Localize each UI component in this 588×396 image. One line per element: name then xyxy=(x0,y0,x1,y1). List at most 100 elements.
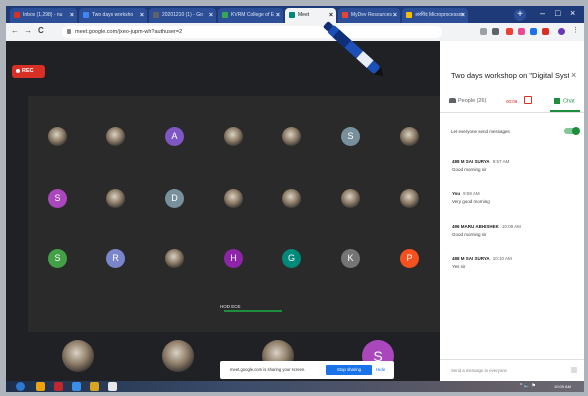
participant-initial-avatar: D xyxy=(165,189,184,208)
participant-tile[interactable]: S xyxy=(321,110,379,168)
participant-photo-avatar xyxy=(62,340,94,372)
participant-tile[interactable] xyxy=(204,172,262,230)
participant-tile[interactable]: P xyxy=(380,232,438,290)
star-icon[interactable] xyxy=(480,28,487,35)
tab-favicon-icon xyxy=(406,11,412,18)
meeting-stage: REC HOD ECE ASSDSRHGKPS meet.google.com … xyxy=(6,41,440,381)
participant-initial-avatar: A xyxy=(165,127,184,146)
participant-photo-avatar xyxy=(106,127,125,146)
tab-close-icon[interactable]: × xyxy=(140,8,144,23)
extension-icon[interactable] xyxy=(518,28,525,35)
extension-icon[interactable] xyxy=(542,28,549,35)
participant-tile[interactable]: S xyxy=(28,172,86,230)
participant-tile[interactable]: S xyxy=(28,232,86,290)
close-window-button[interactable]: × xyxy=(570,8,575,18)
browser-tab[interactable]: Inbox (1,298) - nu × xyxy=(10,8,77,23)
tab-close-icon[interactable]: × xyxy=(461,8,465,23)
tab-close-icon[interactable]: × xyxy=(276,8,280,23)
taskbar-app-icon[interactable] xyxy=(72,382,81,391)
participant-tile[interactable]: A xyxy=(145,110,203,168)
profile-avatar-icon[interactable] xyxy=(558,28,565,35)
participant-tile[interactable] xyxy=(28,110,86,168)
let-everyone-label: Let everyone send messages xyxy=(451,129,510,134)
browser-tab[interactable]: KVRM College of E × xyxy=(218,8,283,23)
taskbar-app-icon[interactable] xyxy=(16,382,25,391)
url-text: meet.google.com/jxeo-jupm-wh?authuser=2 xyxy=(75,29,183,35)
chat-message: 488 M SAI SURYA 9:57 AM Good morning sir xyxy=(452,159,576,172)
participant-tile[interactable] xyxy=(204,110,262,168)
taskbar-app-icon[interactable] xyxy=(54,382,63,391)
tab-close-icon[interactable]: × xyxy=(70,8,74,23)
meeting-details-panel: Two days workshop on "Digital Syst... × … xyxy=(440,41,584,381)
chat-timestamp: 10:10 AM xyxy=(492,256,512,261)
participant-photo-avatar xyxy=(282,189,301,208)
reload-button[interactable]: C xyxy=(38,26,44,35)
address-bar: ← → C meet.google.com/jxeo-jupm-wh?authu… xyxy=(6,23,584,42)
participant-tile[interactable] xyxy=(380,172,438,230)
participant-tile[interactable] xyxy=(86,110,144,168)
minimize-window-button[interactable]: – xyxy=(540,8,545,18)
participant-photo-avatar xyxy=(400,189,419,208)
chat-message-input[interactable]: Send a message to everyone xyxy=(451,368,507,373)
browser-tab[interactable]: अरविंद Microprocessor × xyxy=(402,8,468,23)
menu-kebab-icon[interactable]: ⋮ xyxy=(572,27,579,35)
tab-close-icon[interactable]: × xyxy=(209,8,213,23)
tab-close-icon[interactable]: × xyxy=(393,8,397,23)
participant-tile[interactable] xyxy=(128,336,228,386)
participant-name-label: HOD ECE xyxy=(220,304,241,309)
chat-sender-name: 496 MARU ABHISHEK xyxy=(452,224,499,229)
taskbar-app-icon[interactable] xyxy=(108,382,117,391)
participant-photo-avatar xyxy=(400,127,419,146)
back-button[interactable]: ← xyxy=(11,26,19,35)
browser-tab[interactable]: Two days worksho × xyxy=(79,8,147,23)
browser-tab[interactable]: Meet × xyxy=(285,8,336,23)
extension-icon[interactable] xyxy=(506,28,513,35)
url-field[interactable]: meet.google.com/jxeo-jupm-wh?authuser=2 xyxy=(62,26,442,38)
chat-message-header: 488 M SAI SURYA 10:10 AM xyxy=(452,256,576,261)
participant-tile[interactable] xyxy=(86,172,144,230)
participant-tile[interactable] xyxy=(321,172,379,230)
divider xyxy=(440,359,584,360)
participant-tile[interactable] xyxy=(262,172,320,230)
send-icon[interactable] xyxy=(571,367,577,373)
tab-favicon-icon xyxy=(153,11,159,18)
chat-timestamp: 9:59 AM xyxy=(463,191,480,196)
chat-message-header: 488 M SAI SURYA 9:57 AM xyxy=(452,159,576,164)
tab-people[interactable]: People (26) xyxy=(449,98,486,104)
chat-message-header: 496 MARU ABHISHEK 10:09 AM xyxy=(452,224,576,229)
stop-sharing-button[interactable]: Stop sharing xyxy=(326,365,372,375)
participant-tile[interactable]: K xyxy=(321,232,379,290)
chat-message-text: Very good morning xyxy=(452,199,490,204)
participant-tile[interactable] xyxy=(380,110,438,168)
participant-tile[interactable]: H xyxy=(204,232,262,290)
send-messages-toggle[interactable] xyxy=(564,127,580,135)
chat-sender-name: 488 M SAI SURYA xyxy=(452,256,490,261)
participant-photo-avatar xyxy=(224,189,243,208)
new-tab-button[interactable]: + xyxy=(514,9,526,21)
hide-button[interactable]: Hide xyxy=(376,365,385,375)
panel-close-button[interactable]: × xyxy=(571,70,576,80)
chat-message: 496 MARU ABHISHEK 10:09 AM Good morning si… xyxy=(452,224,576,237)
system-tray[interactable]: ^ 🔈 ⚑ xyxy=(520,381,536,392)
tab-label: 20201210 (1) - Go xyxy=(162,12,203,18)
browser-tab[interactable]: 20201210 (1) - Go × xyxy=(149,8,216,23)
tab-close-icon[interactable]: × xyxy=(329,8,333,23)
tab-chat[interactable]: Chat xyxy=(554,98,575,104)
maximize-window-button[interactable]: □ xyxy=(555,8,560,18)
participant-tile[interactable] xyxy=(145,232,203,290)
participant-tile[interactable]: G xyxy=(262,232,320,290)
participant-tile[interactable] xyxy=(28,336,128,386)
taskbar-app-icon[interactable] xyxy=(90,382,99,391)
taskbar-app-icon[interactable] xyxy=(36,382,45,391)
participant-photo-avatar xyxy=(282,127,301,146)
browser-tab[interactable]: MyDev Resources × xyxy=(338,8,400,23)
extension-icon[interactable] xyxy=(492,28,499,35)
forward-button[interactable]: → xyxy=(24,26,32,35)
participant-tile[interactable] xyxy=(262,110,320,168)
tab-label: अरविंद Microprocessor xyxy=(415,12,464,18)
extension-icon[interactable] xyxy=(530,28,537,35)
taskbar: ^ 🔈 ⚑ 10:09 AM xyxy=(6,381,584,392)
participant-tile[interactable]: R xyxy=(86,232,144,290)
participant-tile[interactable]: D xyxy=(145,172,203,230)
participant-photo-avatar xyxy=(165,249,184,268)
